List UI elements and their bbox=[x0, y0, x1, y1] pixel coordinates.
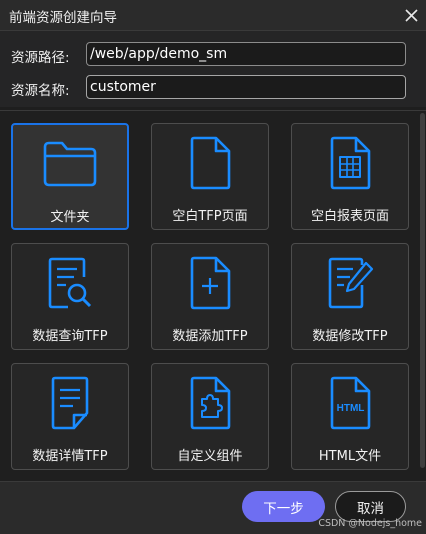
tile-label: 空白TFP页面 bbox=[172, 209, 248, 224]
report-page-icon bbox=[292, 134, 408, 192]
tile-html-file[interactable]: HTML HTML文件 bbox=[291, 363, 409, 470]
vertical-scrollbar[interactable] bbox=[420, 113, 425, 468]
tile-label: 自定义组件 bbox=[177, 449, 243, 464]
html-icon-text: HTML bbox=[337, 403, 365, 414]
data-query-icon bbox=[12, 254, 128, 312]
name-row: 资源名称: bbox=[0, 75, 426, 101]
tile-label: 数据添加TFP bbox=[172, 329, 248, 344]
resource-type-grid: 文件夹 空白TFP页面 空白报表页面 数据查询TFP 数据添加TFP 数据修改T… bbox=[0, 111, 426, 481]
tile-label: 空白报表页面 bbox=[310, 209, 389, 224]
tile-label: HTML文件 bbox=[318, 449, 382, 464]
tile-data-detail-tfp[interactable]: 数据详情TFP bbox=[11, 363, 129, 470]
data-add-icon bbox=[152, 254, 268, 312]
resource-form: 资源路径: 资源名称: bbox=[0, 31, 426, 107]
custom-component-icon bbox=[152, 374, 268, 432]
next-button[interactable]: 下一步 bbox=[242, 491, 325, 522]
tile-blank-report-page[interactable]: 空白报表页面 bbox=[291, 123, 409, 230]
tile-custom-component[interactable]: 自定义组件 bbox=[151, 363, 269, 470]
name-input[interactable] bbox=[86, 75, 406, 99]
dialog-title: 前端资源创建向导 bbox=[9, 10, 117, 26]
tile-label: 数据修改TFP bbox=[312, 329, 388, 344]
data-detail-icon bbox=[12, 374, 128, 432]
tile-label: 数据查询TFP bbox=[32, 329, 108, 344]
tile-data-edit-tfp[interactable]: 数据修改TFP bbox=[291, 243, 409, 350]
tile-label: 文件夹 bbox=[50, 210, 90, 225]
tile-label: 数据详情TFP bbox=[32, 449, 108, 464]
tile-folder[interactable]: 文件夹 bbox=[11, 123, 129, 230]
dialog-titlebar: 前端资源创建向导 bbox=[0, 0, 426, 31]
watermark: CSDN @Nodejs_home bbox=[318, 518, 422, 529]
close-icon[interactable] bbox=[400, 4, 422, 26]
blank-page-icon bbox=[152, 134, 268, 192]
tile-data-query-tfp[interactable]: 数据查询TFP bbox=[11, 243, 129, 350]
data-edit-icon bbox=[292, 254, 408, 312]
path-label: 资源路径: bbox=[11, 50, 70, 66]
path-row: 资源路径: bbox=[0, 42, 426, 68]
folder-icon bbox=[13, 135, 127, 193]
tile-blank-tfp-page[interactable]: 空白TFP页面 bbox=[151, 123, 269, 230]
path-input[interactable] bbox=[86, 42, 406, 66]
tile-data-add-tfp[interactable]: 数据添加TFP bbox=[151, 243, 269, 350]
name-label: 资源名称: bbox=[11, 83, 70, 99]
html-file-icon: HTML bbox=[292, 374, 408, 432]
